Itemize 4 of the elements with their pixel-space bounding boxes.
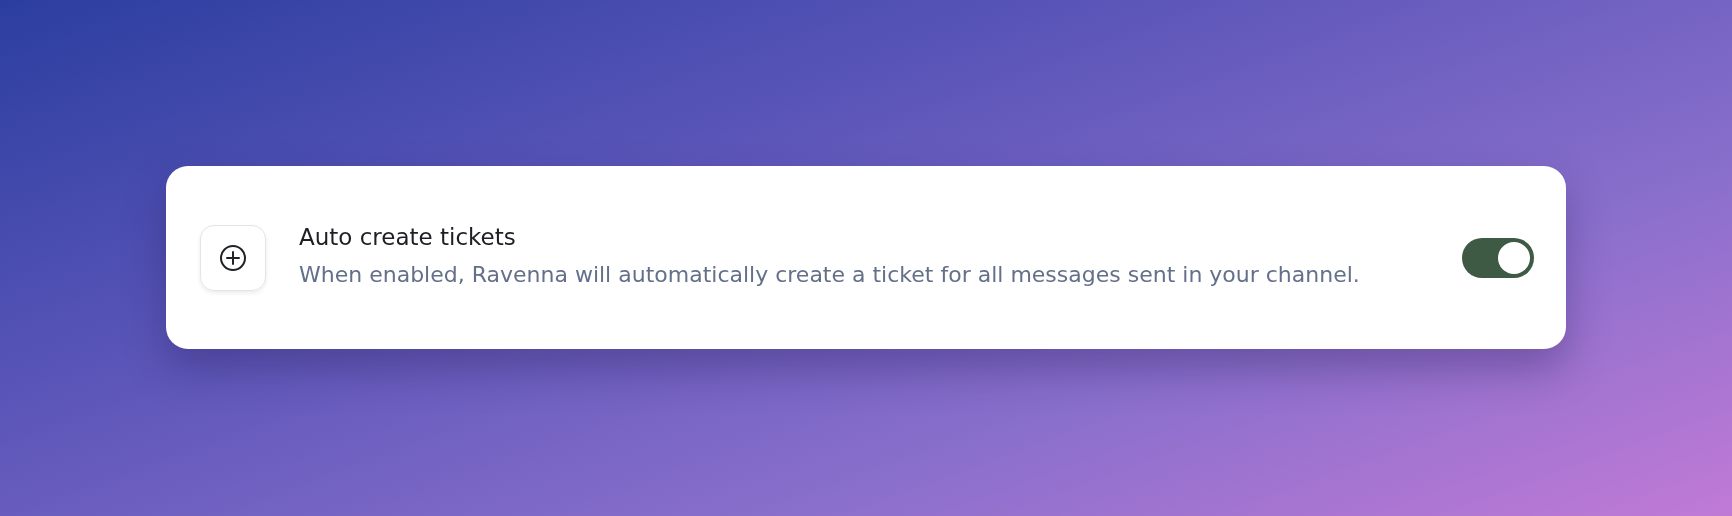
setting-title: Auto create tickets: [299, 224, 517, 250]
setting-description: When enabled, Ravenna will automatically create a ticket for all messages sent in your channel.: [299, 261, 1361, 289]
toggle-switch[interactable]: [1462, 237, 1534, 278]
plus-circle-icon: [218, 242, 248, 273]
